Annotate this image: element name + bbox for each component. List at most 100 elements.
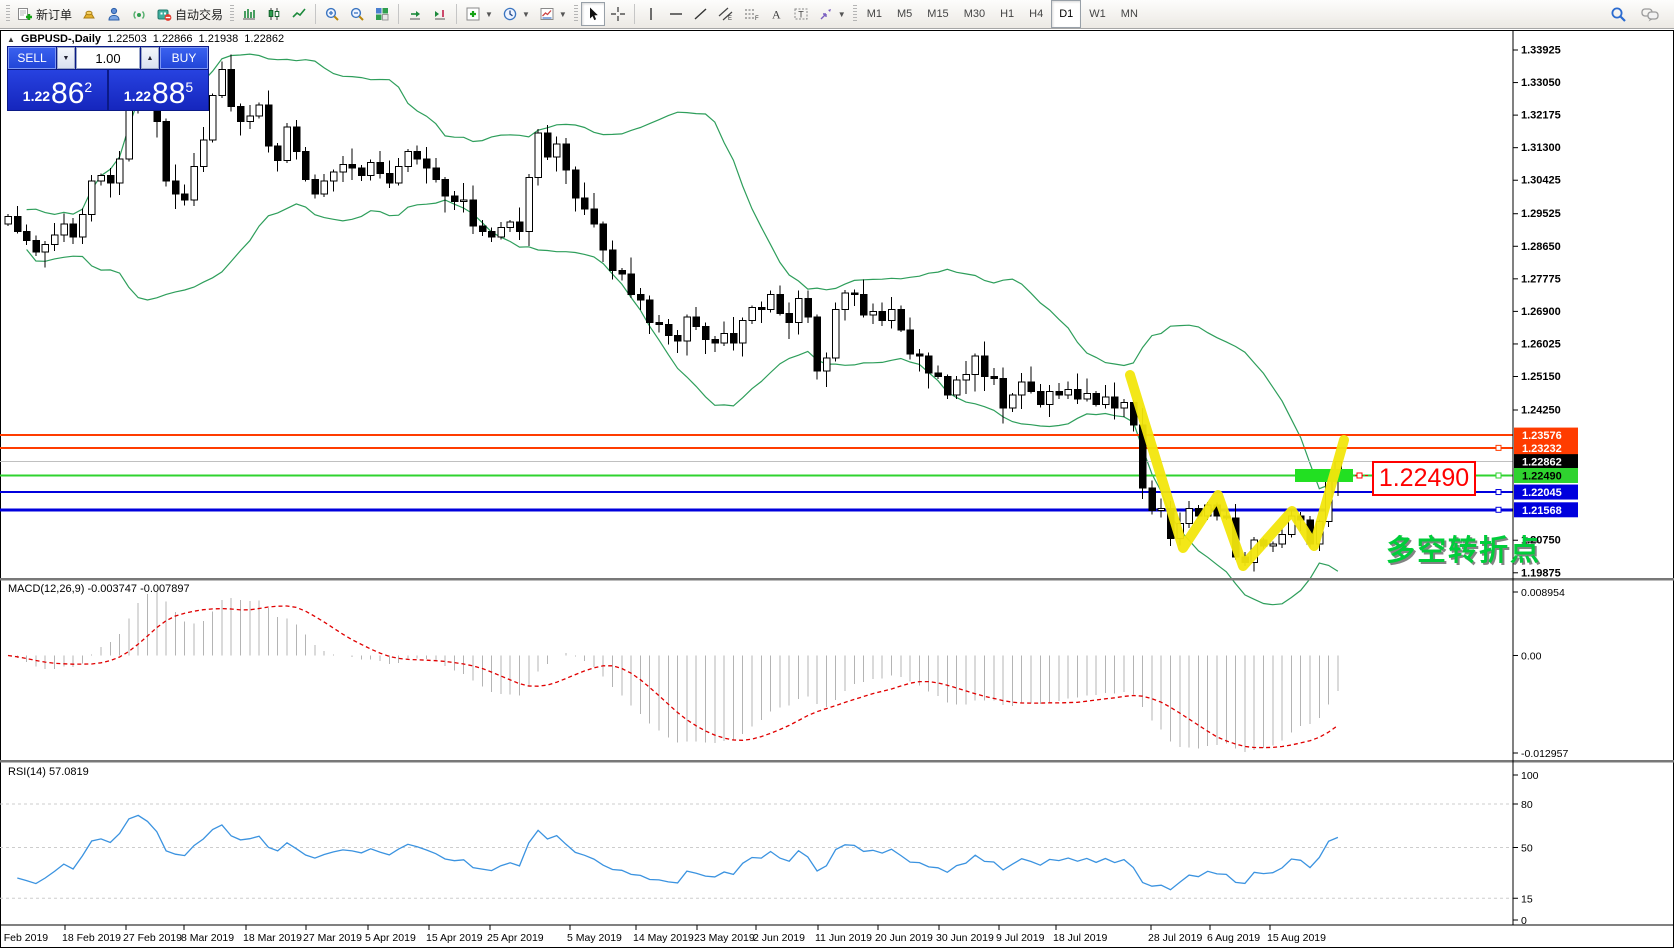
tab-timeframe-w1[interactable]: W1	[1082, 1, 1113, 27]
highlight-band-object[interactable]	[1295, 469, 1353, 482]
search-button[interactable]	[1606, 2, 1631, 26]
sell-button[interactable]: SELL	[8, 47, 56, 69]
tab-timeframe-h4[interactable]: H4	[1022, 1, 1050, 27]
tile-windows-button[interactable]	[370, 2, 394, 26]
collapse-arrow-icon[interactable]: ▲	[7, 35, 15, 44]
tab-timeframe-m1[interactable]: M1	[860, 1, 889, 27]
deposit-button[interactable]	[77, 2, 101, 26]
candle-body	[107, 176, 114, 183]
chevron-down-icon: ▼	[559, 10, 567, 19]
volume-decrease-button[interactable]: ▼	[57, 47, 75, 69]
candle-body	[926, 356, 933, 373]
callout-handle[interactable]	[1357, 473, 1362, 478]
zoom-out-button[interactable]	[345, 2, 369, 26]
vertical-line-icon	[643, 6, 659, 22]
periods-button[interactable]: ▼	[498, 2, 534, 26]
candle-body	[740, 321, 747, 343]
person-icon	[106, 6, 122, 22]
candle-body	[414, 151, 421, 158]
time-tick-label: 27 Mar 2019	[303, 932, 362, 944]
candle-body	[1270, 544, 1277, 546]
macd-tick-label: -0.012957	[1521, 748, 1568, 760]
vertical-line-tool-button[interactable]	[639, 2, 663, 26]
auto-scroll-button[interactable]	[403, 2, 427, 26]
rsi-indicator-label: RSI(14) 57.0819	[8, 766, 89, 778]
candle-body	[758, 308, 765, 310]
auto-trading-icon	[156, 6, 172, 22]
signals-button[interactable]	[127, 2, 151, 26]
candle-body	[554, 144, 561, 157]
price-badge-label: 1.22490	[1522, 470, 1562, 482]
pane-separator[interactable]	[0, 760, 1674, 763]
text-label-tool-button[interactable]: T	[789, 2, 813, 26]
toolbar-grip[interactable]	[574, 5, 578, 23]
price-tick-label: 1.27775	[1521, 273, 1561, 285]
price-callout-label[interactable]: 1.22490	[1372, 461, 1476, 496]
channel-tool-button[interactable]: E	[714, 2, 738, 26]
templates-button[interactable]: ▼	[535, 2, 571, 26]
chart-shift-icon	[432, 6, 448, 22]
time-tick-label: 25 Apr 2019	[487, 932, 544, 944]
macd-tick-label: 0.00	[1521, 650, 1542, 662]
auto-trading-button[interactable]: 自动交易	[152, 2, 227, 26]
tab-timeframe-h1[interactable]: H1	[993, 1, 1021, 27]
candle-body	[647, 300, 654, 322]
volume-input[interactable]	[76, 47, 140, 69]
toolbar-grip[interactable]	[853, 5, 857, 23]
candle-body	[916, 354, 923, 356]
line-handle[interactable]	[1496, 445, 1501, 450]
price-tick-label: 1.29525	[1521, 208, 1561, 220]
time-tick-label: 15 Apr 2019	[426, 932, 483, 944]
tab-timeframe-m15[interactable]: M15	[920, 1, 955, 27]
candle-body	[768, 295, 775, 310]
time-tick-label: 6 Aug 2019	[1207, 932, 1260, 944]
buy-price-display[interactable]: 1.22 88 5	[109, 70, 208, 110]
toolbar-grip[interactable]	[230, 5, 234, 23]
candle-body	[628, 274, 635, 294]
text-label-icon: T	[793, 6, 809, 22]
crosshair-tool-button[interactable]	[606, 2, 630, 26]
tab-timeframe-d1[interactable]: D1	[1051, 0, 1081, 28]
candle-body	[479, 226, 486, 232]
arrows-tool-button[interactable]: ▼	[814, 2, 850, 26]
fibonacci-tool-button[interactable]: F	[739, 2, 763, 26]
line-handle[interactable]	[1496, 507, 1501, 512]
horizontal-line-tool-button[interactable]	[664, 2, 688, 26]
fibonacci-icon: F	[743, 6, 759, 22]
candle-chart-mode-button[interactable]	[262, 2, 286, 26]
tab-timeframe-mn[interactable]: MN	[1114, 1, 1145, 27]
new-order-button[interactable]: 新订单	[13, 2, 76, 26]
zoom-in-button[interactable]	[320, 2, 344, 26]
time-tick-label: 30 Jun 2019	[936, 932, 994, 944]
candle-body	[461, 200, 468, 202]
sell-price-display[interactable]: 1.22 86 2	[8, 70, 107, 110]
chat-button[interactable]	[1637, 2, 1664, 26]
tab-timeframe-m30[interactable]: M30	[957, 1, 992, 27]
chart-shift-button[interactable]	[428, 2, 452, 26]
candle-body	[340, 164, 347, 171]
toolbar: 新订单 自动交易 ▼ ▼	[0, 0, 1674, 29]
indicators-button[interactable]: ▼	[461, 2, 497, 26]
line-handle[interactable]	[1496, 490, 1501, 495]
buy-button[interactable]: BUY	[160, 47, 208, 69]
candle-body	[1009, 395, 1016, 408]
line-chart-mode-button[interactable]	[287, 2, 311, 26]
volume-increase-button[interactable]: ▲	[141, 47, 159, 69]
trendline-tool-button[interactable]	[689, 2, 713, 26]
candle-body	[879, 311, 886, 320]
support-button[interactable]	[102, 2, 126, 26]
bar-chart-mode-button[interactable]	[237, 2, 261, 26]
candle-body	[786, 313, 793, 322]
text-tool-button[interactable]: A	[764, 2, 788, 26]
toolbar-grip[interactable]	[6, 5, 10, 23]
candle-body	[358, 168, 365, 175]
time-tick-label: 18 Mar 2019	[243, 932, 302, 944]
tab-timeframe-m5[interactable]: M5	[890, 1, 919, 27]
candle-body	[693, 317, 700, 326]
pane-separator[interactable]	[0, 578, 1674, 581]
candle-body	[721, 334, 728, 343]
price-tick-label: 1.33050	[1521, 77, 1561, 89]
annotation-cn-text[interactable]: 多空转折点	[1386, 527, 1541, 569]
cursor-tool-button[interactable]	[581, 2, 605, 26]
line-handle[interactable]	[1496, 473, 1501, 478]
